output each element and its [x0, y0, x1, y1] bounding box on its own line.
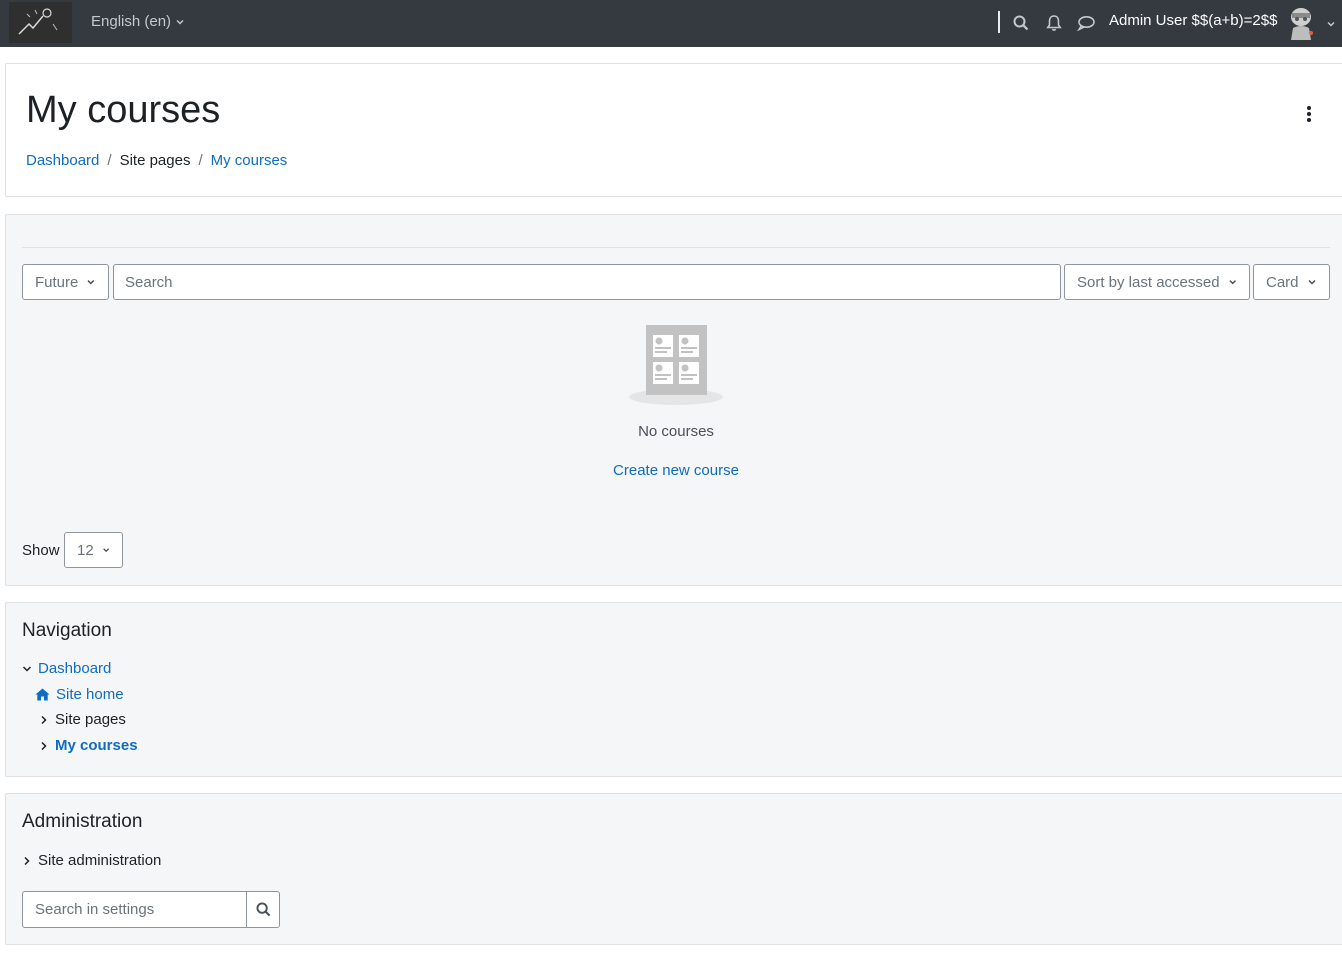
- breadcrumb-my-courses[interactable]: My courses: [211, 152, 288, 169]
- chevron-down-icon: [22, 665, 32, 672]
- tree-item-dashboard[interactable]: Dashboard: [22, 660, 111, 677]
- navbar-divider: [998, 11, 1000, 33]
- more-actions-icon[interactable]: [1303, 104, 1315, 124]
- navigation-title: Navigation: [22, 620, 112, 641]
- tree-link-dashboard[interactable]: Dashboard: [38, 660, 111, 677]
- search-icon: [255, 902, 270, 917]
- course-overview: Future Sort by last accessed Card: [5, 214, 1342, 586]
- grouping-dropdown[interactable]: Future: [22, 264, 109, 300]
- site-logo[interactable]: [9, 2, 72, 43]
- chat-icon[interactable]: [1076, 13, 1096, 33]
- create-course-link[interactable]: Create new course: [613, 462, 739, 479]
- chevron-right-icon: [41, 741, 47, 750]
- user-name[interactable]: Admin User $$(a+b)=2$$: [1109, 12, 1277, 29]
- grouping-label: Future: [35, 273, 79, 291]
- tree-link-my-courses[interactable]: My courses: [55, 737, 138, 754]
- sort-dropdown[interactable]: Sort by last accessed: [1064, 264, 1250, 300]
- breadcrumb-site-pages: Site pages: [119, 152, 191, 169]
- home-icon: [35, 688, 50, 701]
- top-navbar: English (en) Admin User $$(a+b)=2$$: [0, 0, 1342, 47]
- breadcrumb-separator: /: [107, 152, 112, 169]
- chevron-down-icon: [1307, 279, 1316, 285]
- tree-label-site-administration: Site administration: [38, 852, 162, 869]
- tree-label-site-pages: Site pages: [55, 711, 126, 728]
- breadcrumb: Dashboard / Site pages / My courses: [26, 152, 287, 169]
- settings-search-input[interactable]: [22, 891, 247, 928]
- breadcrumb-separator: /: [198, 152, 203, 169]
- paging-dropdown[interactable]: 12: [64, 532, 123, 568]
- show-label: Show: [22, 542, 60, 559]
- avatar[interactable]: [1286, 4, 1316, 42]
- page-title: My courses: [26, 89, 221, 131]
- no-courses-illustration: [627, 323, 725, 407]
- tree-item-site-pages[interactable]: Site pages: [39, 711, 126, 728]
- chevron-down-icon: [102, 548, 109, 553]
- chevron-down-icon: [87, 280, 95, 285]
- tree-item-site-administration[interactable]: Site administration: [22, 852, 161, 869]
- breadcrumb-dashboard[interactable]: Dashboard: [26, 152, 99, 169]
- language-menu[interactable]: English (en): [91, 13, 185, 30]
- bell-icon[interactable]: [1044, 13, 1064, 33]
- tree-link-site-home[interactable]: Site home: [56, 686, 124, 703]
- tree-item-my-courses[interactable]: My courses: [39, 737, 138, 754]
- no-courses-message: No courses: [638, 423, 714, 440]
- view-label: Card: [1266, 273, 1299, 291]
- chevron-down-icon: [1228, 280, 1236, 285]
- language-label: English (en): [91, 13, 172, 30]
- settings-search-button[interactable]: [246, 891, 280, 928]
- view-dropdown[interactable]: Card: [1253, 264, 1330, 300]
- divider: [22, 247, 1330, 248]
- search-icon[interactable]: [1011, 13, 1031, 33]
- chevron-down-icon: [176, 19, 184, 25]
- page-header: My courses Dashboard / Site pages / My c…: [5, 63, 1342, 197]
- sort-label: Sort by last accessed: [1077, 273, 1220, 291]
- paging-count: 12: [77, 541, 94, 559]
- administration-title: Administration: [22, 811, 143, 832]
- chevron-right-icon: [24, 856, 30, 865]
- chevron-right-icon: [41, 715, 47, 724]
- chevron-down-icon[interactable]: [1326, 16, 1336, 33]
- navigation-block: Navigation Dashboard Site home Site page…: [5, 602, 1342, 777]
- administration-block: Administration Site administration: [5, 793, 1342, 945]
- course-search-input[interactable]: [113, 264, 1061, 300]
- tree-item-site-home[interactable]: Site home: [35, 686, 124, 703]
